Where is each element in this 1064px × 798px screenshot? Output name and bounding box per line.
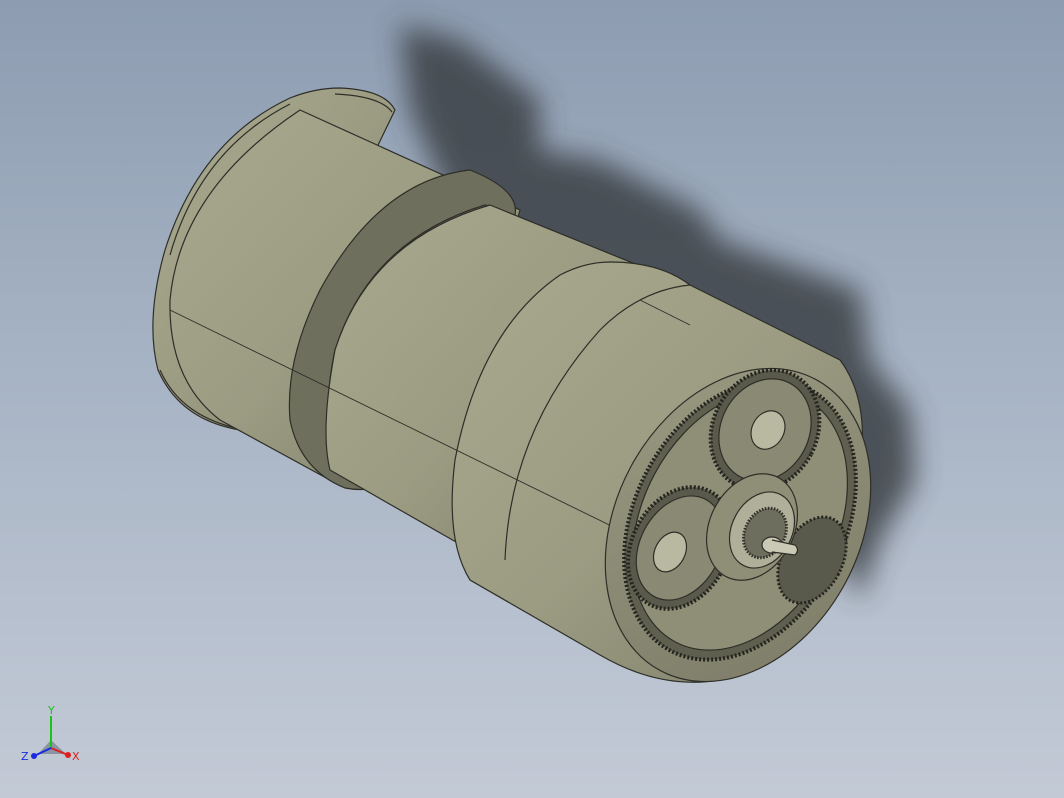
z-axis-tip — [31, 753, 37, 759]
y-axis-label: Y — [47, 704, 55, 717]
z-axis-label: Z — [21, 750, 29, 763]
orientation-triad[interactable]: Y X Z — [18, 702, 88, 772]
x-axis-label: X — [72, 750, 80, 763]
x-axis-tip — [65, 752, 71, 758]
3d-viewport[interactable] — [0, 0, 1064, 798]
